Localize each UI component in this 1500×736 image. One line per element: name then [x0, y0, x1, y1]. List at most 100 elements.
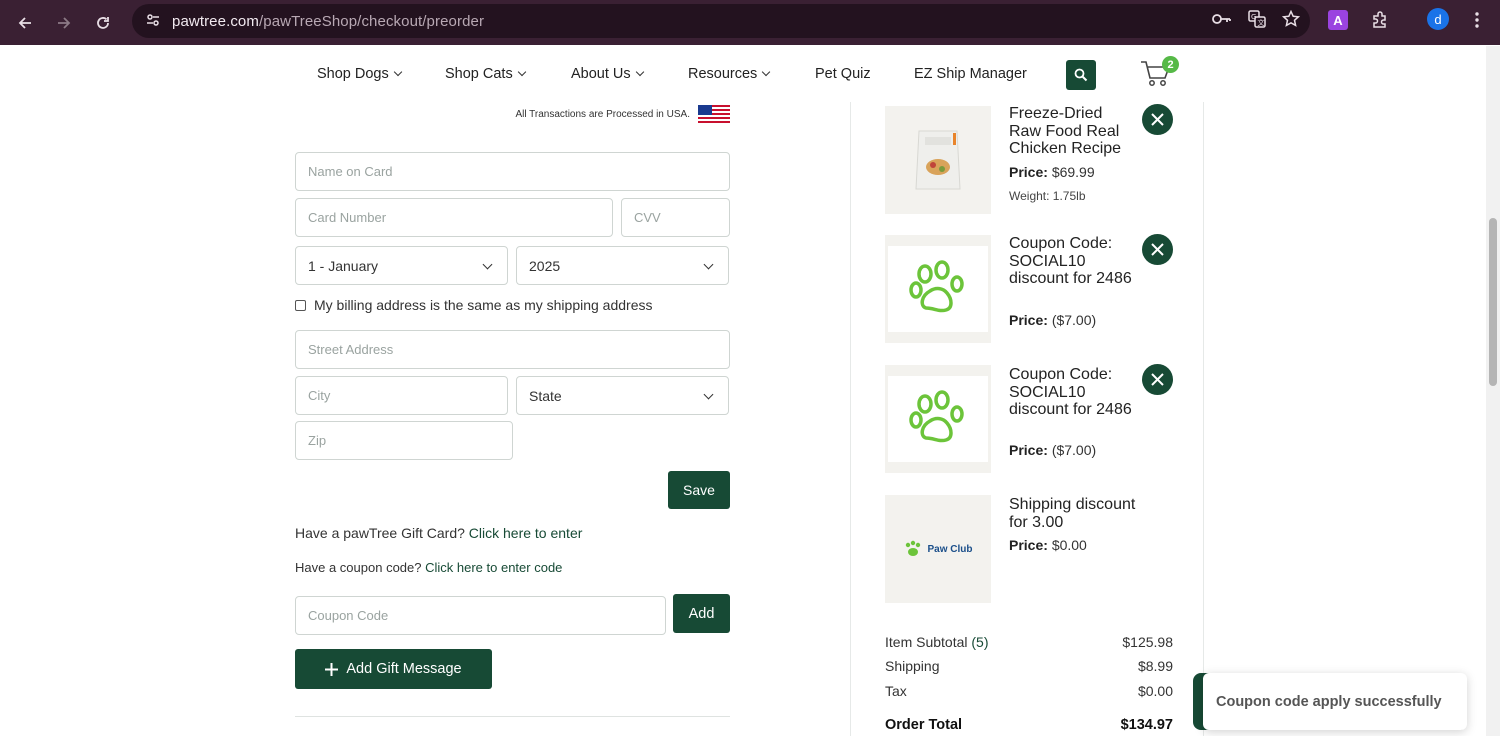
name-on-card-field[interactable]: Name on Card [295, 152, 730, 191]
profile-avatar[interactable]: d [1427, 8, 1449, 30]
zip-field[interactable]: Zip [295, 421, 513, 460]
nav-resources[interactable]: Resources [688, 66, 771, 82]
thumbnail-frame [888, 376, 988, 462]
product-thumbnail[interactable] [885, 106, 991, 214]
cart-button[interactable]: 2 [1140, 56, 1180, 90]
remove-item-button[interactable] [1142, 104, 1173, 135]
billing-same-checkbox[interactable] [295, 299, 306, 311]
chevron-down-icon [393, 67, 402, 77]
translate-icon[interactable]: G文 [1248, 9, 1266, 33]
billing-same-label[interactable]: My billing address is the same as my shi… [314, 297, 653, 313]
gift-card-prompt: Have a pawTree Gift Card? Click here to … [295, 525, 582, 541]
nav-ez-ship-manager[interactable]: EZ Ship Manager [914, 66, 1027, 82]
food-bag-image [915, 130, 961, 190]
us-flag-icon [698, 105, 730, 123]
gift-card-text: Have a pawTree Gift Card? [295, 525, 465, 541]
gift-message-label: Add Gift Message [346, 661, 462, 677]
shipping-label: Shipping [885, 658, 940, 674]
paw-icon [909, 390, 964, 443]
thumbnail-frame [888, 246, 988, 332]
address-bar[interactable]: pawtree.com/pawTreeShop/checkout/preorde… [132, 4, 1310, 38]
site-navigation: Shop Dogs Shop Cats About Us Resources P… [0, 46, 1486, 102]
close-icon [1151, 373, 1164, 386]
chevron-down-icon [517, 67, 526, 77]
card-number-field[interactable]: Card Number [295, 198, 613, 237]
search-button[interactable] [1066, 60, 1096, 90]
remove-item-button[interactable] [1142, 364, 1173, 395]
shipping-discount-thumbnail[interactable]: Paw Club [885, 495, 991, 603]
forward-icon[interactable] [49, 8, 79, 38]
order-total-label: Order Total [885, 717, 963, 733]
gift-card-link[interactable]: Click here to enter [469, 525, 583, 541]
cart-count-badge: 2 [1162, 56, 1179, 73]
street-address-field[interactable]: Street Address [295, 330, 730, 369]
subtotal-label: Item Subtotal (5) [885, 634, 989, 650]
remove-item-button[interactable] [1142, 234, 1173, 265]
nav-shop-dogs[interactable]: Shop Dogs [317, 66, 402, 82]
add-coupon-button[interactable]: Add [673, 594, 730, 633]
menu-icon[interactable] [1470, 8, 1484, 32]
order-total-row: Order Total $134.97 [885, 717, 1173, 733]
expiry-month-select[interactable]: 1 - January [295, 246, 508, 285]
item-title: Coupon Code: SOCIAL10 discount for 2486 [1009, 235, 1132, 287]
plus-icon [325, 662, 339, 676]
tax-row: Tax $0.00 [885, 683, 1173, 699]
item-price: Price: ($7.00) [1009, 442, 1097, 458]
scrollbar-thumb[interactable] [1489, 218, 1497, 386]
add-gift-message-button[interactable]: Add Gift Message [295, 649, 492, 689]
search-icon [1074, 68, 1088, 82]
subtotal-row: Item Subtotal (5) $125.98 [885, 634, 1173, 650]
coupon-prompt: Have a coupon code? Click here to enter … [295, 560, 562, 575]
cvv-field[interactable]: CVV [621, 198, 730, 237]
city-field[interactable]: City [295, 376, 508, 415]
state-select[interactable]: State [516, 376, 729, 415]
paw-club-logo: Paw Club [903, 540, 973, 558]
svg-text:文: 文 [1258, 18, 1265, 27]
shipping-row: Shipping $8.99 [885, 658, 1173, 674]
tax-value: $0.00 [1137, 683, 1173, 699]
close-icon [1151, 113, 1164, 126]
item-price: Price: ($7.00) [1009, 312, 1097, 328]
page-scrollbar[interactable] [1486, 46, 1500, 736]
chevron-down-icon [482, 259, 493, 270]
extension-a-icon[interactable]: A [1328, 10, 1348, 30]
reload-icon[interactable] [88, 8, 118, 38]
chevron-down-icon [703, 259, 714, 270]
coupon-link[interactable]: Click here to enter code [425, 560, 562, 575]
item-price: Price: $69.99 [1009, 164, 1095, 180]
star-icon[interactable] [1281, 9, 1301, 33]
item-title: Shipping discount for 3.00 [1009, 496, 1136, 531]
chevron-down-icon [703, 389, 714, 400]
paw-icon [909, 260, 964, 313]
expiry-year-select[interactable]: 2025 [516, 246, 729, 285]
site-info-icon[interactable] [138, 12, 168, 31]
coupon-thumbnail[interactable] [885, 235, 991, 343]
billing-same-row: My billing address is the same as my shi… [295, 297, 653, 313]
usa-note-text: All Transactions are Processed in USA. [515, 108, 690, 120]
svg-text:G: G [1251, 13, 1256, 21]
subtotal-value: $125.98 [1122, 634, 1173, 650]
section-divider [295, 716, 730, 717]
item-title: Coupon Code: SOCIAL10 discount for 2486 [1009, 366, 1132, 418]
extensions-icon[interactable] [1369, 8, 1391, 32]
nav-about-us[interactable]: About Us [571, 66, 644, 82]
nav-pet-quiz[interactable]: Pet Quiz [815, 66, 871, 82]
item-price: Price: $0.00 [1009, 537, 1087, 553]
url-text: pawtree.com/pawTreeShop/checkout/preorde… [172, 12, 485, 30]
back-icon[interactable] [10, 8, 40, 38]
paw-club-icon [906, 540, 921, 556]
tax-label: Tax [885, 683, 907, 699]
item-title: Freeze-Dried Raw Food Real Chicken Recip… [1009, 105, 1122, 157]
close-icon [1151, 243, 1164, 256]
coupon-thumbnail[interactable] [885, 365, 991, 473]
order-total-value: $134.97 [1120, 717, 1173, 733]
usa-transactions-note: All Transactions are Processed in USA. [470, 105, 730, 123]
success-toast[interactable]: Coupon code apply successfully [1203, 673, 1467, 730]
save-button[interactable]: Save [668, 471, 730, 509]
chevron-down-icon [762, 67, 771, 77]
password-key-icon[interactable] [1212, 12, 1232, 31]
coupon-code-field[interactable]: Coupon Code [295, 596, 666, 635]
coupon-text: Have a coupon code? [295, 560, 422, 575]
item-weight: Weight: 1.75lb [1009, 189, 1086, 203]
nav-shop-cats[interactable]: Shop Cats [445, 66, 526, 82]
